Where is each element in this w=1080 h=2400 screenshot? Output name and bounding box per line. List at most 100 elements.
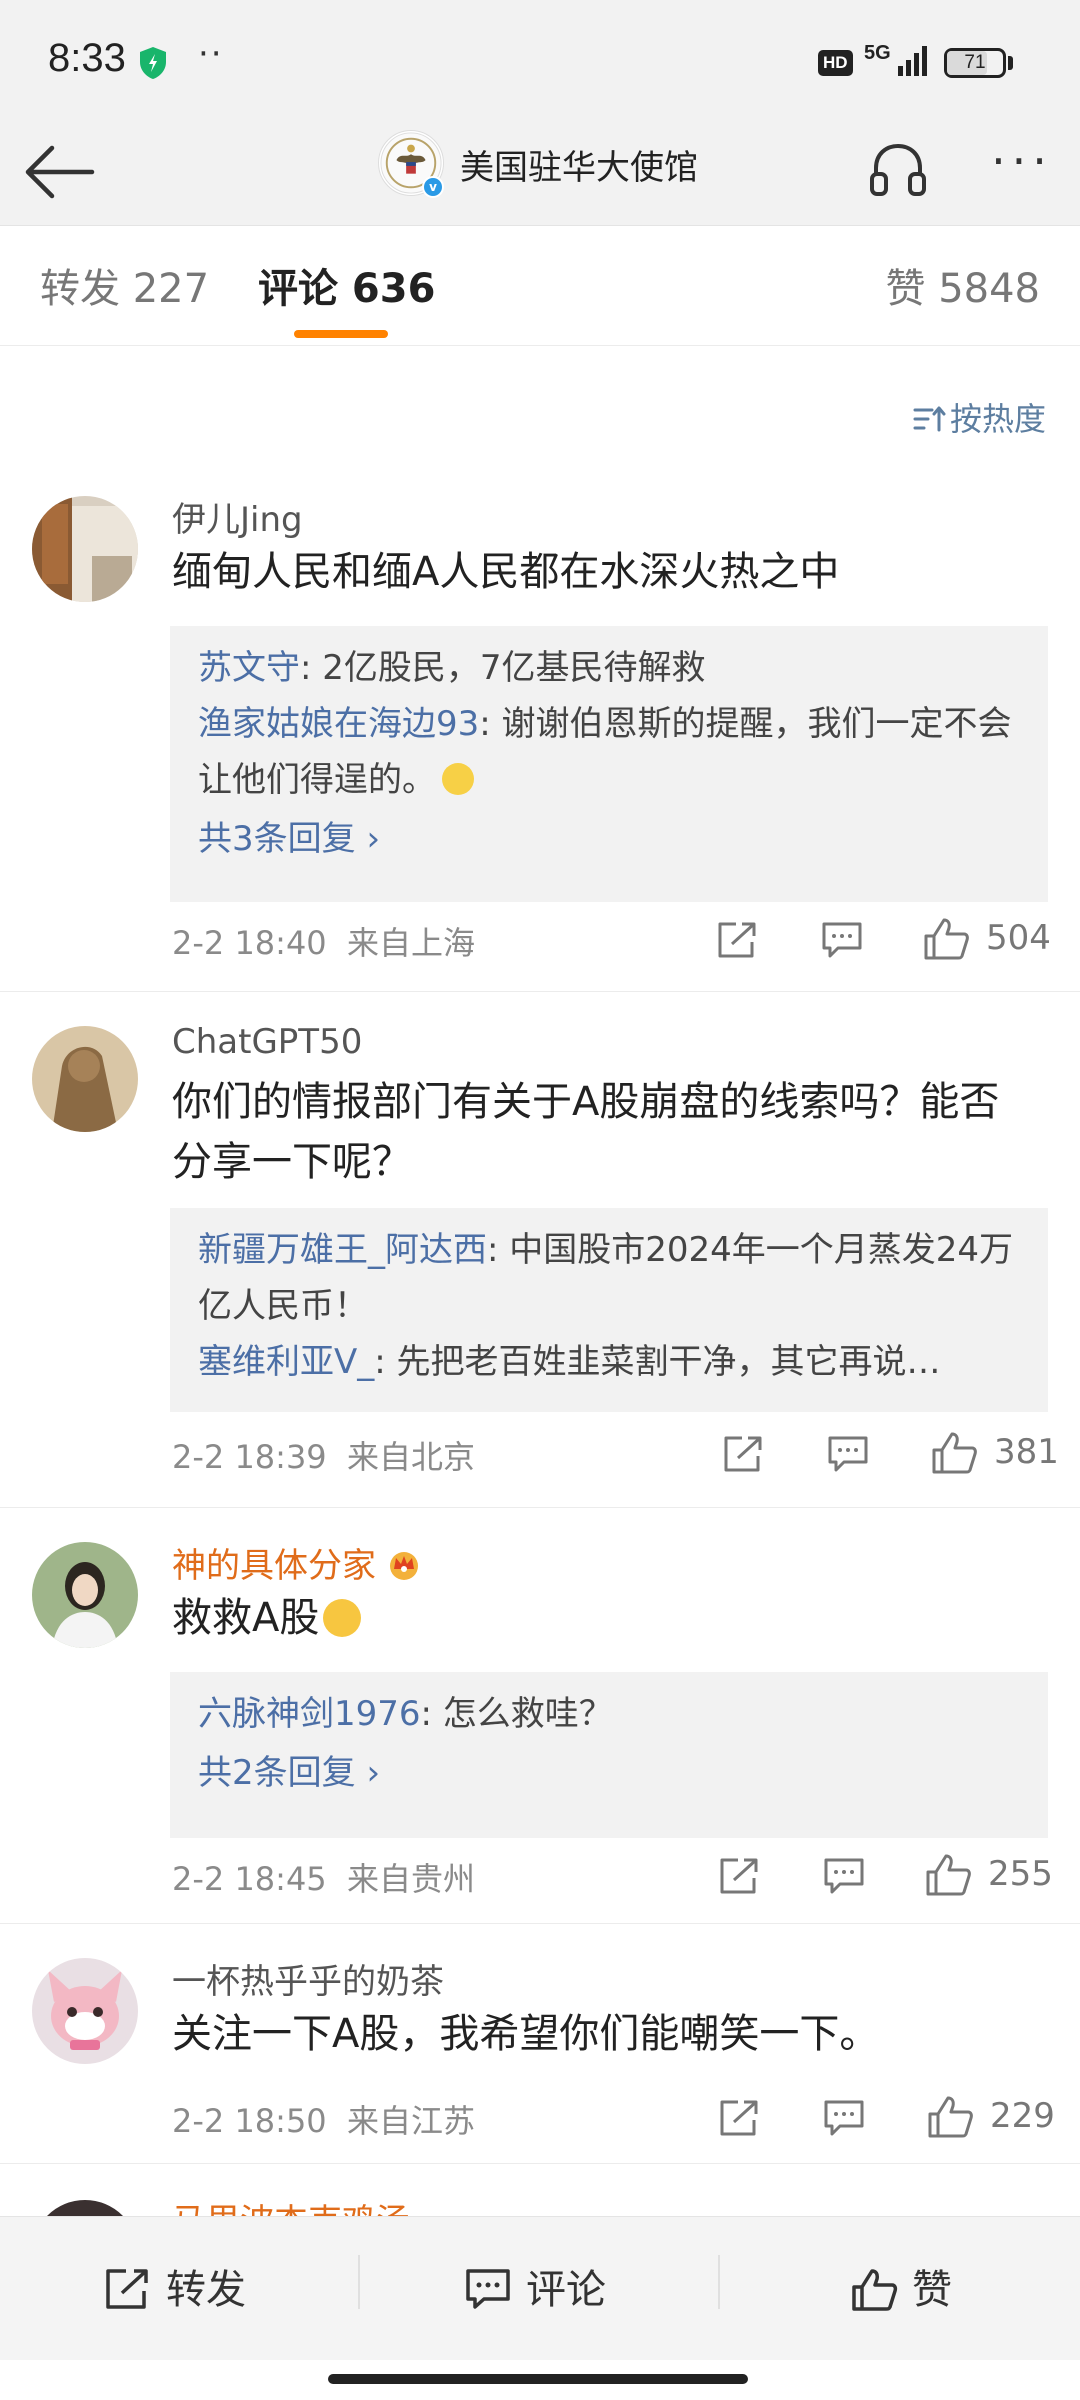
separator [358,2255,360,2309]
comment-username[interactable]: 伊儿Jing [172,492,303,541]
avatar[interactable] [32,496,138,602]
comment-icon[interactable] [820,920,864,960]
reply-item: 渔家姑娘在海边93: 谢谢伯恩斯的提醒，我们一定不会让他们得逞的。 [198,696,1020,808]
reply-item: 新疆万雄王_阿达西: 中国股市2024年一个月蒸发24万亿人民币！ [198,1222,1020,1334]
battery-icon: 71 [944,48,1006,78]
reply-username[interactable]: 新疆万雄王_阿达西 [198,1230,487,1270]
view-all-replies-link[interactable]: 共3条回复 › [198,808,1020,870]
avatar[interactable] [32,1026,138,1132]
comment-meta: 2-2 18:40 来自上海 [172,918,475,964]
comment-date: 2-2 18:39 [172,1438,327,1476]
reply-text: : 2亿股民，7亿基民待解救 [300,648,706,688]
like-icon[interactable] [926,2094,974,2138]
bottom-action-bar: 转发 评论 赞 [0,2216,1080,2360]
share-icon[interactable] [722,1434,766,1474]
like-count: 381 [994,1432,1059,1472]
comment-meta: 2-2 18:45 来自贵州 [172,1854,475,1900]
share-icon[interactable] [718,2098,762,2138]
reply-box[interactable]: 新疆万雄王_阿达西: 中国股市2024年一个月蒸发24万亿人民币！ 塞维利亚V_… [170,1208,1048,1412]
reply-username[interactable]: 渔家姑娘在海边93 [198,704,479,744]
comment-date: 2-2 18:45 [172,1860,327,1898]
comment-date: 2-2 18:40 [172,924,327,962]
reply-box[interactable]: 苏文守: 2亿股民，7亿基民待解救 渔家姑娘在海边93: 谢谢伯恩斯的提醒，我们… [170,626,1048,902]
like-count: 255 [988,1854,1053,1894]
comment-icon[interactable] [822,2098,866,2138]
comment-location: 来自上海 [347,924,476,962]
comment-icon [466,2269,510,2309]
comment-location: 来自北京 [347,1438,476,1476]
reply-item: 六脉神剑1976: 怎么救哇？ [198,1686,1020,1742]
comment-date: 2-2 18:50 [172,2102,327,2140]
reply-box[interactable]: 六脉神剑1976: 怎么救哇？ 共2条回复 › [170,1672,1048,1838]
active-tab-indicator [294,330,388,338]
comment-text: 你们的情报部门有关于A股崩盘的线索吗？能否分享一下呢？ [172,1079,1000,1185]
tab-bar: 转发 227 评论 636 赞 5848 [0,226,1080,346]
share-icon[interactable] [718,1856,762,1896]
repost-icon [106,2269,148,2309]
sort-bar: 按热度 [0,346,1080,486]
like-icon[interactable] [922,916,970,960]
battery-cap [1008,56,1013,70]
comment-text-content: 救救A股 [172,1595,320,1641]
comment-button[interactable]: 评论 [464,2257,606,2315]
comment-text: 关注一下A股，我希望你们能嘲笑一下。 [172,2011,880,2057]
comment-username[interactable]: 马里波杰克鸡汤 [172,2194,410,2216]
sort-button[interactable]: 按热度 [912,394,1046,440]
reply-username[interactable]: 六脉神剑1976 [198,1694,421,1734]
comment-username[interactable]: ChatGPT50 [172,1022,362,1062]
comment-item: 神的具体分家 救救A股 六脉神剑1976: 怎么救哇？ 共2条回复 › 2-2 … [0,1508,1080,1924]
battery-percent: 71 [964,52,986,73]
account-title[interactable]: 美国驻华大使馆 [460,140,698,189]
like-icon[interactable] [924,1852,972,1896]
like-icon[interactable] [930,1430,978,1474]
comment-item-partial: 马里波杰克鸡汤 [0,2164,1080,2216]
comment-item: 伊儿Jing 缅甸人民和缅A人民都在水深火热之中 苏文守: 2亿股民，7亿基民待… [0,486,1080,992]
home-indicator[interactable] [328,2374,748,2384]
emoji-icon [442,763,474,795]
like-count: 504 [986,918,1051,958]
comment-location: 来自贵州 [347,1860,476,1898]
reply-item: 塞维利亚V_: 先把老百姓韭菜割干净，其它再说… [198,1334,1020,1390]
verified-badge-icon: v [422,176,444,198]
comment-icon[interactable] [826,1434,870,1474]
comment-item: ChatGPT50 你们的情报部门有关于A股崩盘的线索吗？能否分享一下呢？ 新疆… [0,992,1080,1508]
nav-bar: v 美国驻华大使馆 ··· [0,120,1080,226]
back-arrow-icon[interactable] [22,134,102,210]
avatar[interactable] [32,1958,138,2064]
tab-repost[interactable]: 转发 227 [40,256,209,314]
status-bar: 8:33 ·· HD 5G 71 [0,0,1080,120]
reply-text: : 先把老百姓韭菜割干净，其它再说… [374,1342,941,1382]
comment-meta: 2-2 18:39 来自北京 [172,1432,475,1478]
view-all-replies-link[interactable]: 共2条回复 › [198,1742,1020,1804]
sort-icon [913,406,946,432]
like-button[interactable]: 赞 [850,2257,952,2315]
tab-like[interactable]: 赞 5848 [885,256,1040,314]
comment-username[interactable]: 神的具体分家 [172,1538,424,1587]
avatar[interactable] [32,1542,138,1648]
sort-label: 按热度 [949,400,1046,438]
like-icon [852,2269,898,2311]
reply-item: 苏文守: 2亿股民，7亿基民待解救 [198,640,1020,696]
comment-username[interactable]: 一杯热乎乎的奶茶 [172,1954,444,2003]
reply-username[interactable]: 苏文守 [198,648,300,688]
comment-text: 救救A股 [172,1588,1020,1648]
separator [718,2255,720,2309]
share-icon[interactable] [716,920,760,960]
comment-label: 评论 [526,2267,606,2313]
tab-comment[interactable]: 评论 636 [258,256,435,314]
security-shield-icon [140,47,166,79]
signal-icon [898,46,927,76]
hd-badge: HD [818,50,853,76]
notification-dots: ·· [198,34,224,74]
headphones-icon[interactable] [866,136,930,202]
avatar[interactable] [32,2200,138,2216]
comment-location: 来自江苏 [347,2102,476,2140]
comment-item: 一杯热乎乎的奶茶 关注一下A股，我希望你们能嘲笑一下。 2-2 18:50 来自… [0,1924,1080,2164]
more-options-icon[interactable]: ··· [984,136,1060,202]
reply-username[interactable]: 塞维利亚V_ [198,1342,374,1382]
repost-button[interactable]: 转发 [104,2257,246,2315]
comment-meta: 2-2 18:50 来自江苏 [172,2096,475,2142]
status-time: 8:33 [48,36,126,80]
comment-icon[interactable] [822,1856,866,1896]
like-count: 229 [990,2096,1055,2136]
